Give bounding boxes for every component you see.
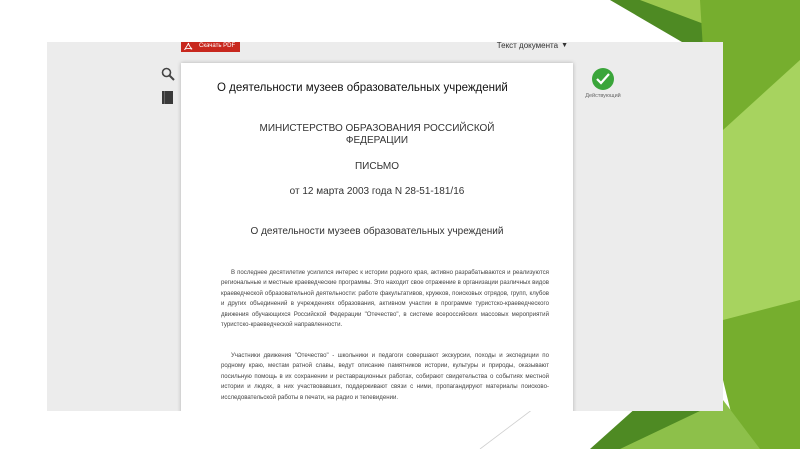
document-viewer: Скачать PDF Текст документа ▼ Действующи… [47, 42, 723, 411]
search-icon[interactable] [161, 67, 175, 81]
document-title: О деятельности музеев образовательных уч… [217, 82, 508, 94]
status-label: Действующий [585, 93, 621, 99]
check-icon [592, 68, 614, 90]
download-pdf-label: Скачать PDF [199, 43, 236, 49]
document-text-dropdown[interactable]: Текст документа ▼ [497, 42, 568, 51]
bookmark-icon[interactable] [162, 91, 174, 104]
caret-down-icon: ▼ [561, 42, 568, 49]
document-paragraph-2: Участники движения "Отечество" - школьни… [221, 352, 549, 401]
document-type: ПИСЬМО [354, 161, 400, 172]
download-pdf-button[interactable]: Скачать PDF [181, 42, 240, 52]
ministry-heading: МИНИСТЕРСТВО ОБРАЗОВАНИЯ РОССИЙСКОЙ ФЕДЕ… [259, 123, 495, 146]
document-page: О деятельности музеев образовательных уч… [181, 63, 573, 411]
document-subject: О деятельности музеев образовательных уч… [250, 226, 504, 237]
document-date-number: от 12 марта 2003 года N 28-51-181/16 [289, 186, 465, 197]
document-paragraph-1: В последнее десятилетие усилился интерес… [221, 269, 549, 329]
status-badge: Действующий [582, 68, 624, 99]
document-text-label: Текст документа [496, 42, 559, 50]
pdf-icon [184, 42, 193, 51]
